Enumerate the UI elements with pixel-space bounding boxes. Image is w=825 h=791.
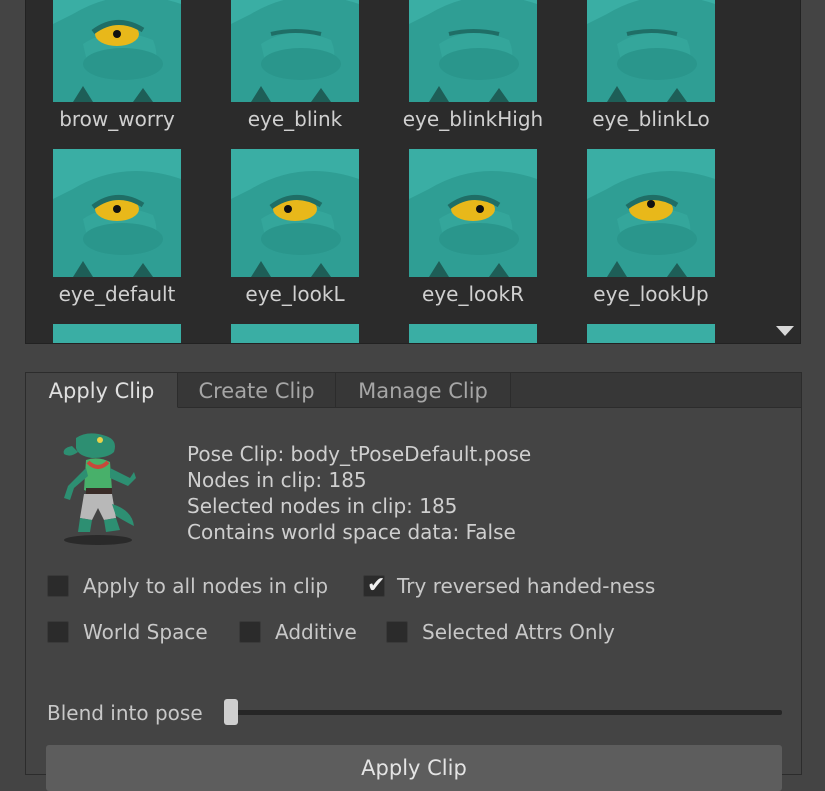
- checkbox-label: Apply to all nodes in clip: [83, 574, 329, 598]
- nodes-in-clip: Nodes in clip: 185: [187, 468, 367, 492]
- pose-thumbnail-label: eye_blinkHigh: [402, 107, 544, 131]
- pose-thumbnail[interactable]: [587, 324, 715, 343]
- pose-thumbnail[interactable]: [53, 324, 181, 343]
- pose-thumbnail[interactable]: [231, 324, 359, 343]
- checkbox-label: World Space: [83, 620, 208, 644]
- blend-slider-handle[interactable]: [224, 699, 238, 725]
- pose-thumbnail[interactable]: [53, 149, 181, 277]
- checkbox-box[interactable]: [239, 621, 261, 643]
- tab-apply-clip[interactable]: Apply Clip: [26, 373, 178, 408]
- contains-world-space: Contains world space data: False: [187, 520, 516, 544]
- tab-bar: Apply Clip Create Clip Manage Clip: [26, 373, 801, 408]
- pose-thumbnail-label: eye_blink: [247, 107, 343, 131]
- apply-clip-button[interactable]: Apply Clip: [46, 745, 782, 791]
- checkbox-box[interactable]: [47, 575, 69, 597]
- selected-attrs-only-checkbox[interactable]: Selected Attrs Only: [386, 620, 615, 644]
- pose-thumbnail-label: eye_default: [58, 282, 176, 306]
- tab-manage-clip[interactable]: Manage Clip: [336, 373, 511, 407]
- checkbox-label: Additive: [275, 620, 357, 644]
- blend-slider-track[interactable]: [231, 710, 782, 715]
- checkbox-box[interactable]: [47, 621, 69, 643]
- pose-thumbnail-label: brow_worry: [59, 107, 175, 131]
- pose-thumbnail-gallery: brow_worry eye_blink eye_blinkHigh eye_b…: [25, 0, 801, 344]
- character-avatar: [63, 433, 136, 545]
- pose-thumbnail[interactable]: [231, 0, 359, 102]
- blend-into-pose-label: Blend into pose: [47, 701, 203, 725]
- pose-thumbnail[interactable]: [409, 149, 537, 277]
- pose-thumbnail[interactable]: [53, 0, 181, 102]
- pose-thumbnail[interactable]: [231, 149, 359, 277]
- pose-clip-name: Pose Clip: body_tPoseDefault.pose: [187, 442, 532, 466]
- checkbox-box[interactable]: ✔: [363, 573, 386, 598]
- checkbox-label: Try reversed handed-ness: [397, 574, 656, 598]
- pose-thumbnail[interactable]: [587, 0, 715, 102]
- apply-clip-tab-body: Pose Clip: body_tPoseDefault.pose Nodes …: [26, 408, 801, 791]
- tab-create-clip[interactable]: Create Clip: [178, 373, 336, 407]
- pose-thumbnail-label: eye_lookUp: [593, 282, 709, 306]
- pose-thumbnail-label: eye_blinkLo: [592, 107, 710, 131]
- checkbox-box[interactable]: [386, 621, 408, 643]
- additive-checkbox[interactable]: Additive: [239, 620, 357, 644]
- pose-thumbnail[interactable]: [587, 149, 715, 277]
- pose-thumbnail-label: eye_lookR: [422, 282, 524, 306]
- reversed-handedness-checkbox[interactable]: ✔ Try reversed handed-ness: [363, 573, 656, 598]
- checkbox-label: Selected Attrs Only: [422, 620, 615, 644]
- pose-thumbnail[interactable]: [409, 0, 537, 102]
- world-space-checkbox[interactable]: World Space: [47, 620, 208, 644]
- pose-thumbnail[interactable]: [409, 324, 537, 343]
- selected-nodes-in-clip: Selected nodes in clip: 185: [187, 494, 458, 518]
- pose-thumbnail-label: eye_lookL: [245, 282, 345, 306]
- apply-all-nodes-checkbox[interactable]: Apply to all nodes in clip: [47, 574, 328, 598]
- checkmark-icon: ✔: [367, 573, 386, 598]
- scroll-down-icon[interactable]: [776, 326, 794, 336]
- clip-panel: Apply Clip Create Clip Manage Clip Pose …: [25, 372, 802, 791]
